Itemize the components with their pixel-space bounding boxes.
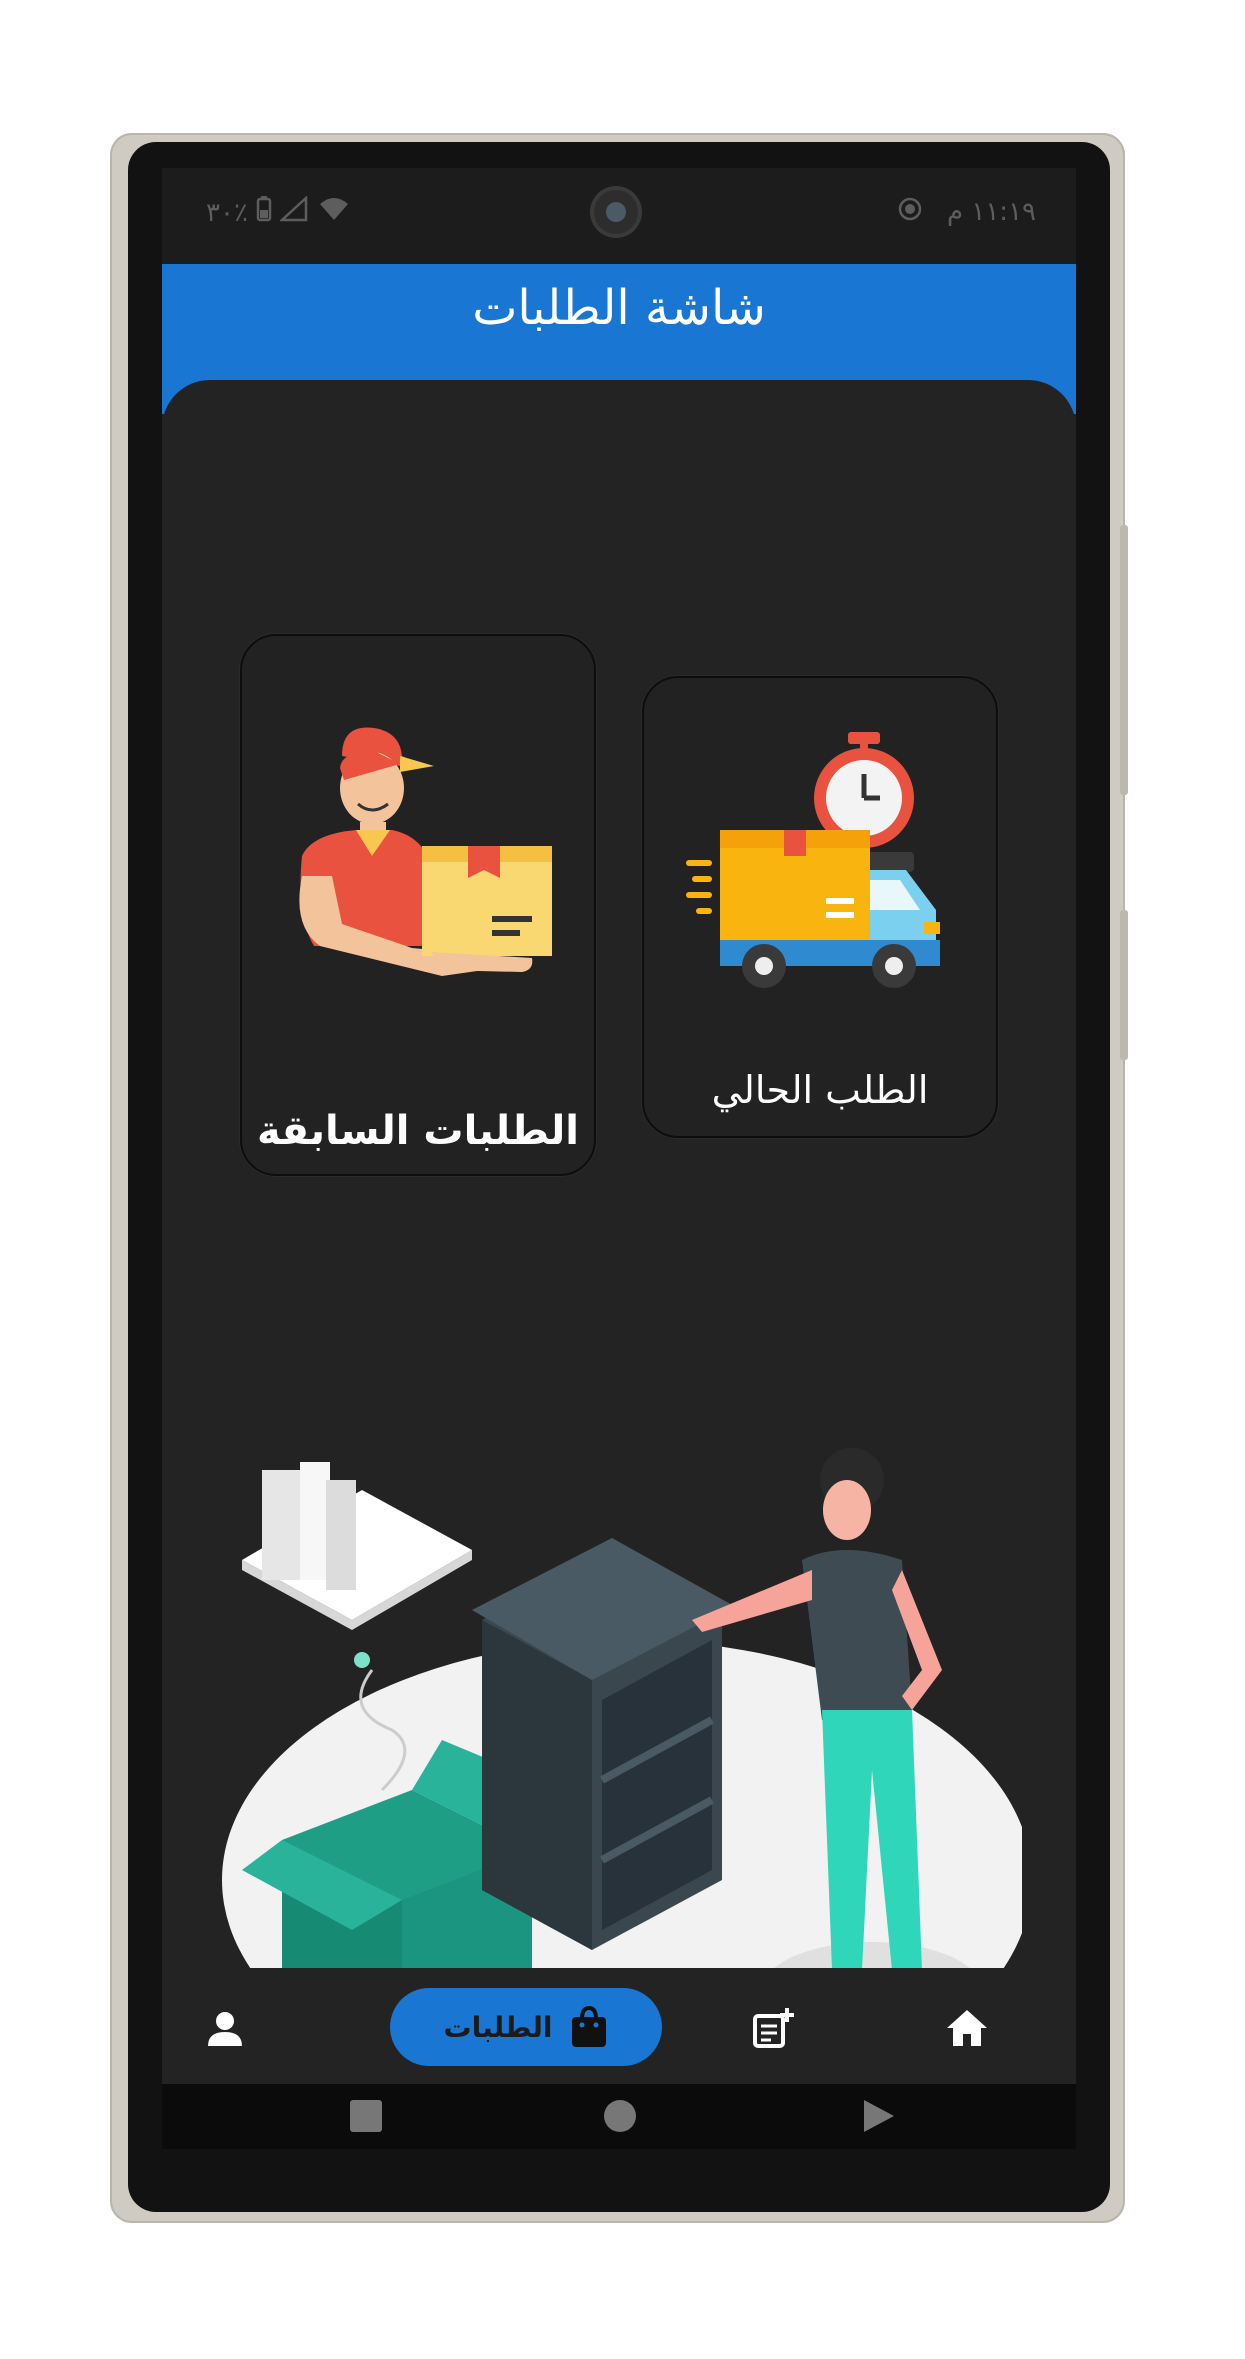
power-button (1120, 910, 1128, 1060)
nav-profile[interactable] (180, 1998, 270, 2058)
delivery-truck-illustration (686, 732, 940, 988)
recents-button[interactable] (348, 2098, 384, 2138)
nav-orders[interactable]: الطلبات (390, 1988, 662, 2066)
current-order-card[interactable]: الطلب الحالي (642, 676, 998, 1138)
volume-button (1120, 525, 1128, 795)
main-content: الطلب الحالي الطلبات السابقة (162, 380, 1076, 2070)
front-camera (594, 190, 638, 234)
person-icon (208, 2012, 242, 2046)
previous-orders-card[interactable]: الطلبات السابقة (240, 634, 596, 1176)
triangle-icon (864, 2100, 894, 2132)
home-icon (947, 2010, 987, 2046)
add-note-icon (753, 2008, 794, 2048)
record-icon (897, 196, 923, 229)
shopping-bag-icon (572, 2005, 607, 2047)
battery-percent: ٣٠٪ (206, 197, 248, 228)
time-text: ١١:١٩ م (947, 197, 1036, 227)
delivery-man-illustration (299, 727, 552, 976)
status-bar: ٣٠٪ ١١:١٩ م (162, 168, 1076, 264)
square-icon (350, 2100, 382, 2132)
page-title: شاشة الطلبات (472, 280, 766, 336)
battery-icon (256, 196, 272, 229)
back-button[interactable] (860, 2098, 896, 2138)
nav-home[interactable] (922, 1998, 1012, 2058)
screen: ٣٠٪ ١١:١٩ م شاشة الطلبات الطلب الحالي ال… (162, 168, 1076, 2149)
previous-orders-label: الطلبات السابقة (256, 1108, 579, 1154)
system-navigation-bar (162, 2084, 1076, 2149)
wifi-icon (318, 196, 350, 229)
current-order-label: الطلب الحالي (711, 1068, 929, 1112)
bottom-navigation: الطلبات (162, 1968, 1076, 2084)
signal-icon (278, 195, 310, 229)
nav-orders-label: الطلبات (443, 2010, 553, 2044)
circle-icon (604, 2100, 636, 2132)
home-system-button[interactable] (602, 2098, 638, 2138)
status-time: ١١:١٩ م (897, 196, 1036, 229)
status-icons-left: ٣٠٪ (206, 195, 350, 229)
nav-add-note[interactable] (728, 1998, 818, 2058)
